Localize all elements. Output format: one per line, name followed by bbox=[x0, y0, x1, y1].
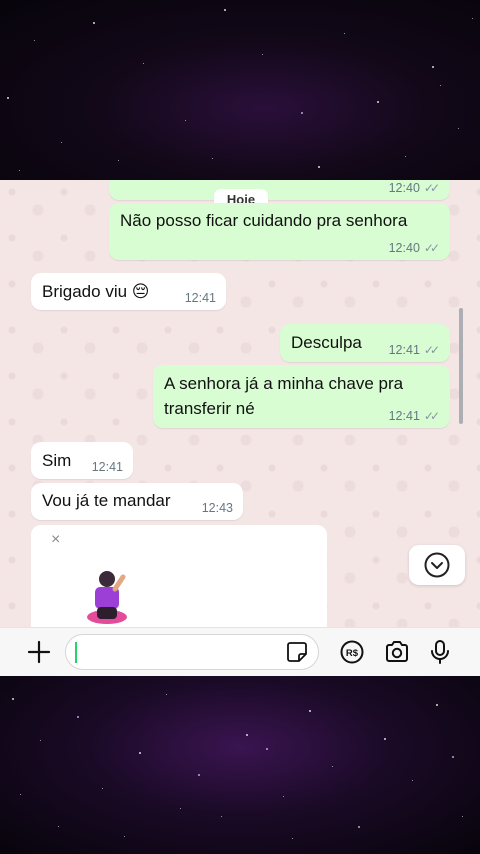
message-text: Não posso ficar cuidando pra senhora bbox=[120, 211, 408, 230]
message-time: 12:43 bbox=[201, 501, 233, 515]
message-bubble-outgoing[interactable]: A senhora já a minha chave pra transferi… bbox=[153, 365, 450, 428]
double-check-icon: ✓✓ bbox=[423, 409, 440, 423]
message-time: 12:40 bbox=[388, 241, 420, 255]
sticker-image bbox=[87, 571, 127, 624]
pix-button[interactable]: R$ bbox=[337, 637, 367, 667]
message-time: 12:41 bbox=[91, 460, 123, 474]
plus-icon bbox=[27, 640, 51, 664]
microphone-icon bbox=[431, 640, 449, 664]
pix-icon: R$ bbox=[340, 640, 364, 664]
close-icon[interactable]: × bbox=[51, 531, 60, 549]
double-check-icon: ✓✓ bbox=[423, 241, 440, 255]
message-bubble-incoming[interactable]: Brigado viu 😔 12:41 bbox=[31, 273, 226, 310]
message-time: 12:41 bbox=[388, 343, 420, 357]
message-meta: 12:41 bbox=[185, 291, 216, 305]
message-meta: 12:40 ✓✓ bbox=[389, 241, 440, 255]
camera-icon bbox=[386, 641, 408, 662]
starry-background-bottom bbox=[0, 676, 480, 854]
message-bubble-incoming[interactable]: Vou já te mandar 12:43 bbox=[31, 483, 243, 520]
double-check-icon: ✓✓ bbox=[423, 181, 440, 195]
sticker-icon bbox=[287, 642, 307, 662]
message-text: Vou já te mandar bbox=[42, 491, 171, 510]
pix-label: R$ bbox=[346, 648, 359, 659]
message-meta: 12:41 ✓✓ bbox=[389, 409, 440, 423]
message-meta: 12:41 ✓✓ bbox=[389, 343, 440, 357]
voice-message-button[interactable] bbox=[425, 637, 455, 667]
message-text-line-2: transferir né bbox=[164, 399, 255, 418]
message-input[interactable] bbox=[65, 634, 319, 670]
chevron-down-icon bbox=[424, 552, 450, 578]
message-time: 12:41 bbox=[388, 409, 420, 423]
text-caret bbox=[75, 642, 77, 663]
message-bubble-partial[interactable]: 12:40 ✓✓ bbox=[109, 180, 450, 200]
message-time: 12:40 bbox=[388, 181, 420, 195]
message-time: 12:41 bbox=[184, 291, 216, 305]
sticker-message[interactable]: × bbox=[31, 525, 327, 635]
message-meta: 12:43 bbox=[202, 501, 233, 515]
message-text: Brigado viu 😔 bbox=[42, 282, 150, 301]
message-input-bar: R$ bbox=[0, 627, 480, 676]
message-bubble-outgoing[interactable]: Desculpa 12:41 ✓✓ bbox=[280, 324, 450, 362]
message-text-line-1: A senhora já a minha chave pra bbox=[164, 374, 404, 393]
attach-button[interactable] bbox=[24, 637, 54, 667]
chat-screen[interactable]: 12:40 ✓✓ Hoje Não posso ficar cuidando p… bbox=[0, 180, 480, 676]
double-check-icon: ✓✓ bbox=[423, 343, 440, 357]
starry-background-top bbox=[0, 0, 480, 180]
camera-button[interactable] bbox=[382, 637, 412, 667]
message-bubble-incoming[interactable]: Sim 12:41 bbox=[31, 442, 133, 479]
message-meta: 12:40 ✓✓ bbox=[389, 181, 440, 195]
scrollbar[interactable] bbox=[459, 308, 463, 424]
message-bubble-outgoing[interactable]: Não posso ficar cuidando pra senhora 12:… bbox=[109, 203, 450, 260]
scroll-to-bottom-button[interactable] bbox=[409, 545, 465, 585]
message-text: Desculpa bbox=[291, 333, 362, 352]
sticker-button[interactable] bbox=[282, 637, 312, 667]
message-meta: 12:41 bbox=[92, 460, 123, 474]
message-text: Sim bbox=[42, 451, 72, 470]
